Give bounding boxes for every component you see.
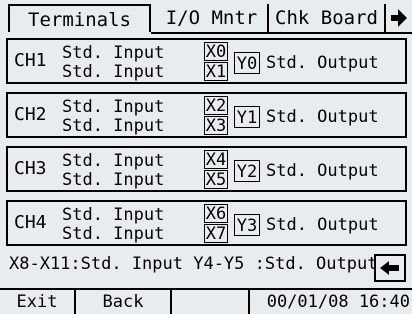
channel-input-2: Std. Input (62, 62, 165, 82)
channel-input-1: Std. Input (62, 205, 165, 225)
extra-io-note: X8-X11:Std. Input Y4-Y5 :Std. Output (9, 254, 378, 274)
channel-label: CH3 (14, 158, 47, 179)
blank-button[interactable] (172, 290, 250, 314)
channel-row-ch3: CH3 Std. Input Std. Input X4 X5 Y2 Std. … (6, 146, 407, 192)
tab-terminals[interactable]: Terminals (8, 4, 151, 32)
input-x4-button[interactable]: X4 (204, 150, 228, 170)
channel-input-1: Std. Input (62, 43, 165, 63)
input-x5-button[interactable]: X5 (204, 170, 228, 190)
left-arrow-icon (380, 261, 399, 275)
channel-input-1: Std. Input (62, 151, 165, 171)
channel-row-ch4: CH4 Std. Input Std. Input X6 X7 Y3 Std. … (6, 200, 407, 246)
back-button[interactable]: Back (76, 290, 172, 314)
channel-row-ch1: CH1 Std. Input Std. Input X0 X1 Y0 Std. … (6, 38, 407, 84)
channel-output: Std. Output (266, 161, 379, 181)
output-y0-button[interactable]: Y0 (234, 52, 260, 74)
channel-output: Std. Output (266, 215, 379, 235)
input-x3-button[interactable]: X3 (204, 116, 228, 136)
input-x6-button[interactable]: X6 (204, 204, 228, 224)
right-arrow-icon (391, 9, 407, 27)
output-y3-button[interactable]: Y3 (234, 214, 260, 236)
channel-output: Std. Output (266, 53, 379, 73)
channel-label: CH1 (14, 50, 47, 71)
channel-label: CH2 (14, 104, 47, 125)
tab-check-board[interactable]: Chk Board (269, 4, 386, 32)
channel-input-2: Std. Input (62, 224, 165, 244)
tab-bar: Terminals I/O Mntr Chk Board (0, 0, 412, 34)
channel-label: CH4 (14, 212, 47, 233)
datetime-display: 00/01/08 16:40 (266, 292, 410, 312)
input-x7-button[interactable]: X7 (204, 224, 228, 244)
input-x2-button[interactable]: X2 (204, 96, 228, 116)
input-x0-button[interactable]: X0 (204, 42, 228, 62)
tab-io-monitor[interactable]: I/O Mntr (156, 4, 269, 32)
tab-next-button[interactable] (388, 4, 410, 32)
bottom-bar: Exit Back 00/01/08 16:40 (0, 288, 412, 314)
channel-output: Std. Output (266, 107, 379, 127)
output-y2-button[interactable]: Y2 (234, 160, 260, 182)
channel-row-ch2: CH2 Std. Input Std. Input X2 X3 Y1 Std. … (6, 92, 407, 138)
channel-input-2: Std. Input (62, 116, 165, 136)
channel-input-2: Std. Input (62, 170, 165, 190)
screen: Terminals I/O Mntr Chk Board CH1 Std. In… (0, 0, 412, 314)
channel-input-1: Std. Input (62, 97, 165, 117)
return-button[interactable] (374, 254, 406, 282)
input-x1-button[interactable]: X1 (204, 62, 228, 82)
output-y1-button[interactable]: Y1 (234, 106, 260, 128)
exit-button[interactable]: Exit (0, 290, 76, 314)
tab-divider (151, 32, 412, 34)
